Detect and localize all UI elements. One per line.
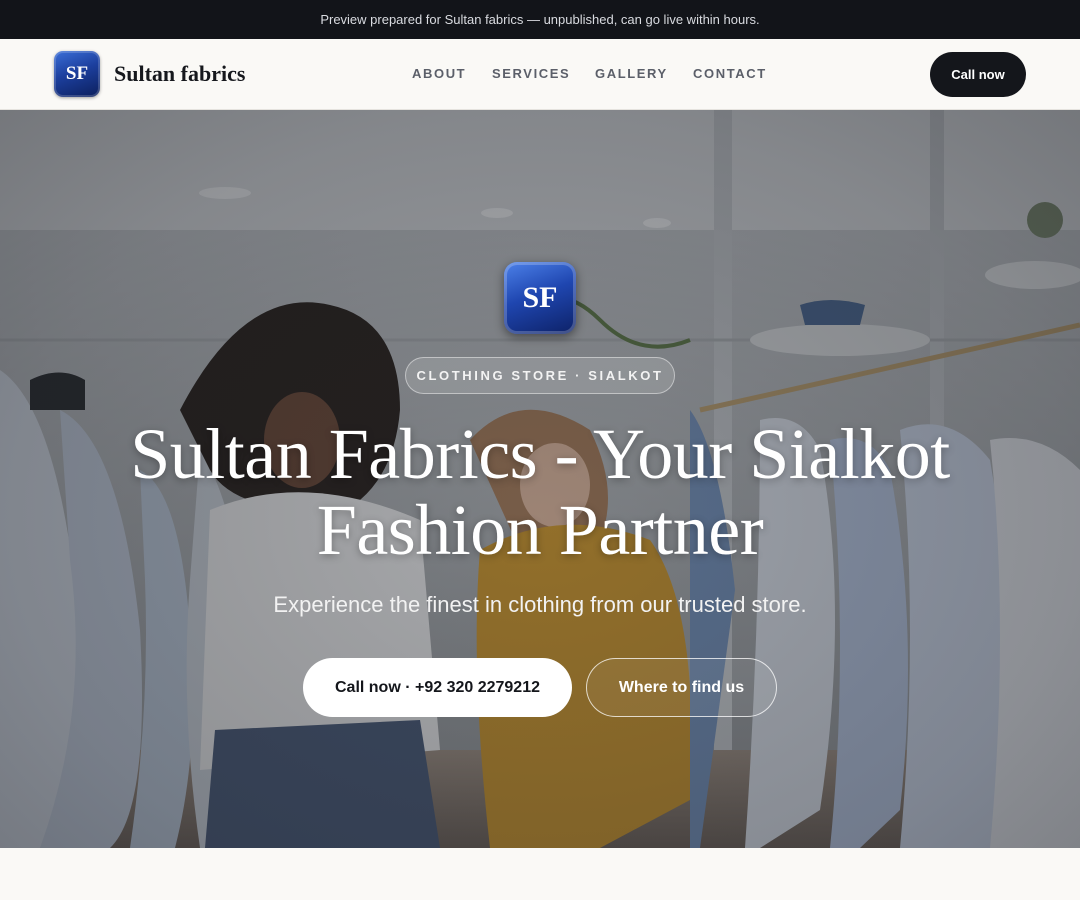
hero-title: Sultan Fabrics - Your Sialkot Fashion Pa… xyxy=(130,414,950,570)
header-call-button[interactable]: Call now xyxy=(930,52,1026,97)
nav-link-contact[interactable]: CONTACT xyxy=(693,66,767,81)
nav-link-services[interactable]: SERVICES xyxy=(492,66,570,81)
brand-name[interactable]: Sultan fabrics xyxy=(114,61,245,87)
site-header: SF Sultan fabrics ABOUT SERVICES GALLERY… xyxy=(0,39,1080,110)
hero-category-badge: CLOTHING STORE · SIALKOT xyxy=(405,357,675,394)
nav-link-gallery[interactable]: GALLERY xyxy=(595,66,668,81)
hero-subtitle: Experience the finest in clothing from o… xyxy=(273,592,807,617)
hero-call-button[interactable]: Call now · +92 320 2279212 xyxy=(303,658,572,717)
preview-banner-text: Preview prepared for Sultan fabrics — un… xyxy=(320,12,760,27)
hero-location-button[interactable]: Where to find us xyxy=(586,658,777,717)
preview-banner: Preview prepared for Sultan fabrics — un… xyxy=(0,0,1080,39)
logo-icon[interactable]: SF xyxy=(54,51,100,97)
hero-logo-icon: SF xyxy=(504,262,576,334)
hero-section: SF CLOTHING STORE · SIALKOT Sultan Fabri… xyxy=(0,110,1080,848)
nav-link-about[interactable]: ABOUT xyxy=(412,66,466,81)
